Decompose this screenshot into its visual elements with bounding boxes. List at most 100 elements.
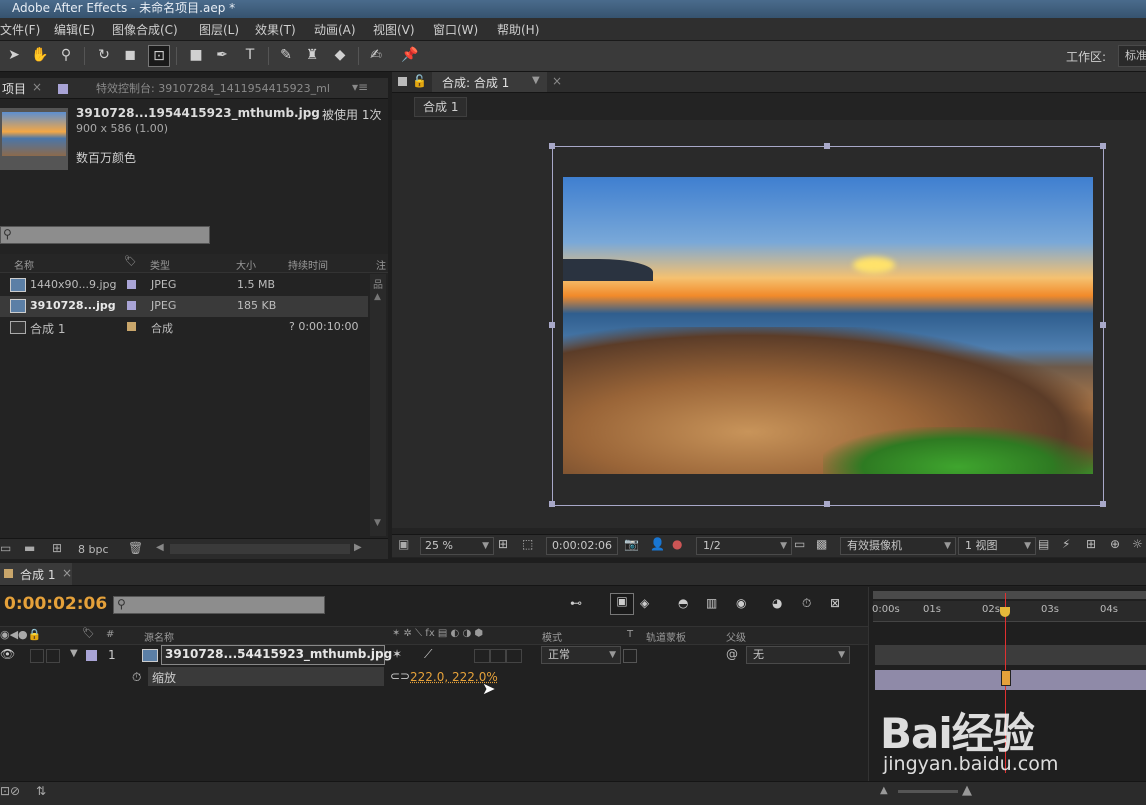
hand-icon[interactable]: ✋: [30, 45, 50, 65]
zoom-out-icon[interactable]: ▲: [880, 785, 888, 796]
tab-timeline-comp[interactable]: 合成 1 ×: [0, 563, 72, 585]
switch-box[interactable]: [490, 649, 506, 663]
col-extra[interactable]: 注: [376, 257, 386, 272]
lock-icon[interactable]: 🔓: [412, 74, 427, 88]
menu-effect[interactable]: 效果(T): [255, 21, 296, 38]
layer-label-swatch[interactable]: [86, 650, 97, 661]
menu-file[interactable]: 文件(F): [0, 21, 40, 38]
current-timecode[interactable]: 0:00:02:06: [4, 594, 107, 614]
transform-handle[interactable]: [824, 143, 830, 149]
trash-icon[interactable]: 🗑: [128, 541, 143, 555]
transform-handle[interactable]: [824, 501, 830, 507]
shy-switch-icon[interactable]: ✶: [392, 647, 402, 661]
breadcrumb[interactable]: 合成 1: [414, 97, 468, 117]
col-track-matte[interactable]: 轨道蒙板: [646, 629, 686, 644]
transparency-grid-icon[interactable]: ▩: [816, 537, 827, 551]
menu-help[interactable]: 帮助(H): [497, 21, 539, 38]
workspace-select[interactable]: 标准: [1118, 45, 1146, 67]
property-row[interactable]: ⏱ 缩放 ⊂⊃ 222.0, 222.0% ➤: [0, 667, 868, 698]
tab-composition[interactable]: 合成: 合成 1 ▼: [432, 72, 547, 92]
zoom-select[interactable]: 25 % ▼: [420, 537, 494, 555]
scroll-down-icon[interactable]: ▼: [374, 518, 381, 528]
menu-window[interactable]: 窗口(W): [433, 21, 478, 38]
scroll-left-icon[interactable]: ◀: [156, 542, 164, 553]
resolution-select[interactable]: 1/2 ▼: [696, 537, 792, 555]
safe-zones-icon[interactable]: ⊞: [498, 537, 508, 551]
timeline-search-input[interactable]: ⚲: [113, 596, 325, 614]
close-icon[interactable]: ×: [552, 74, 562, 88]
eye-icon[interactable]: 👁: [0, 647, 15, 661]
col-source-name[interactable]: 源名称: [144, 629, 174, 644]
quality-switch-icon[interactable]: ⟋: [424, 647, 432, 662]
horizontal-scrollbar[interactable]: [170, 544, 350, 554]
keyframe-marker[interactable]: [1000, 670, 1011, 686]
list-item[interactable]: 合成 1 合成 ? 0:00:10:00: [0, 317, 368, 338]
views-select[interactable]: 1 视图 ▼: [958, 537, 1036, 555]
list-item[interactable]: 1440x90...9.jpg JPEG 1.5 MB: [0, 275, 368, 296]
col-name[interactable]: 名称: [14, 257, 34, 272]
tab-project[interactable]: 项目: [2, 80, 26, 97]
interpret-footage-icon[interactable]: ▭: [0, 541, 11, 555]
col-mode[interactable]: 模式: [542, 629, 562, 644]
flowchart-icon[interactable]: ⊕: [1110, 537, 1120, 551]
new-composition-icon[interactable]: ⊞: [52, 541, 62, 555]
project-search-input[interactable]: ⚲: [0, 226, 210, 244]
snapshot-icon[interactable]: 📷: [624, 537, 639, 551]
transform-handle[interactable]: [1100, 143, 1106, 149]
preserve-transparency-checkbox[interactable]: [623, 649, 637, 663]
shy-layers-icon[interactable]: ◓: [678, 596, 688, 610]
transform-handle[interactable]: [549, 322, 555, 328]
roto-brush-icon[interactable]: ✍: [366, 45, 386, 65]
switch-box[interactable]: [506, 649, 522, 663]
live-update-icon[interactable]: ▣: [610, 593, 634, 615]
blend-mode-select[interactable]: 正常 ▼: [541, 646, 621, 664]
close-icon[interactable]: ×: [32, 80, 42, 94]
parent-select[interactable]: 无 ▼: [746, 646, 850, 664]
toggle-switches-icon[interactable]: ⊡⊘: [0, 784, 20, 798]
playhead-handle[interactable]: [999, 607, 1010, 617]
bit-depth[interactable]: 8 bpc: [78, 543, 109, 556]
fast-previews-icon[interactable]: ⚡: [1062, 537, 1070, 551]
transform-handle[interactable]: [549, 143, 555, 149]
toggle-pixel-aspect-icon[interactable]: ▤: [1038, 537, 1049, 551]
lock-checkbox[interactable]: [46, 649, 60, 663]
col-type[interactable]: 类型: [150, 257, 170, 272]
scroll-up-icon[interactable]: ▲: [374, 292, 381, 302]
tab-effect-controls[interactable]: 特效控制台: 39107284_1411954415923_ml: [96, 80, 330, 96]
list-item[interactable]: 3910728...jpg JPEG 185 KB: [0, 296, 368, 317]
selection-icon[interactable]: ➤: [4, 45, 24, 65]
stopwatch-icon[interactable]: ⏱: [132, 670, 141, 685]
frame-blending-icon[interactable]: ▥: [706, 596, 717, 610]
menu-layer[interactable]: 图层(L): [199, 21, 239, 38]
property-name-cell[interactable]: 缩放: [148, 667, 384, 686]
label-tag-icon[interactable]: 🏷: [82, 628, 95, 639]
eraser-icon[interactable]: ◆: [330, 45, 350, 65]
always-preview-icon[interactable]: ▣: [398, 537, 409, 551]
menu-composition[interactable]: 图像合成(C): [112, 21, 178, 38]
channel-icon[interactable]: ●: [672, 537, 682, 551]
zoom-in-icon[interactable]: ▲: [962, 783, 972, 798]
composition-viewer[interactable]: [392, 120, 1146, 528]
pick-whip-icon[interactable]: @: [726, 647, 738, 661]
project-scrollbar[interactable]: 品 ▲ ▼: [370, 274, 386, 536]
menu-animation[interactable]: 动画(A): [314, 21, 356, 38]
mask-visibility-icon[interactable]: ⬚: [522, 537, 533, 551]
show-snapshot-icon[interactable]: 👤: [650, 537, 665, 551]
menu-view[interactable]: 视图(V): [373, 21, 415, 38]
zoom-icon[interactable]: ⚲: [56, 45, 76, 65]
label-tag-icon[interactable]: 🏷: [124, 256, 137, 267]
work-area-bar[interactable]: [873, 591, 1146, 599]
brainstorm-icon[interactable]: ◕: [772, 596, 782, 610]
layer-name-field[interactable]: 3910728...54415923_mthumb.jpg: [161, 645, 392, 665]
menu-edit[interactable]: 编辑(E): [54, 21, 95, 38]
timeline-zoom-slider[interactable]: [898, 790, 958, 793]
transform-handle[interactable]: [1100, 322, 1106, 328]
table-row[interactable]: 👁 ▼ 1 3910728...54415923_mthumb.jpg ✶ ⟋ …: [0, 645, 868, 667]
camera-select[interactable]: 有效摄像机 ▼: [840, 537, 956, 555]
constrain-proportions-icon[interactable]: ⊂⊃: [390, 669, 410, 683]
scroll-right-icon[interactable]: ▶: [354, 542, 362, 553]
brush-icon[interactable]: ✎: [276, 45, 296, 65]
pan-behind-icon[interactable]: ⊡: [148, 45, 170, 67]
motion-blur-icon[interactable]: ◉: [736, 596, 746, 610]
text-icon[interactable]: T: [240, 45, 260, 65]
